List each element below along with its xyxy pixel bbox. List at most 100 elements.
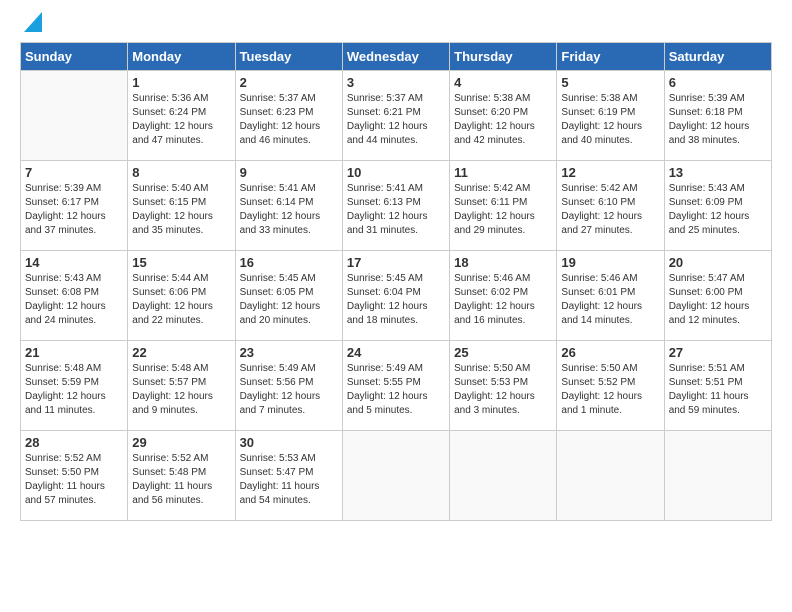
day-number: 18 (454, 255, 552, 270)
cell-info: Sunrise: 5:47 AM Sunset: 6:00 PM Dayligh… (669, 272, 767, 328)
cell-info: Sunrise: 5:45 AM Sunset: 6:05 PM Dayligh… (240, 272, 338, 328)
cell-info: Sunrise: 5:46 AM Sunset: 6:01 PM Dayligh… (561, 272, 659, 328)
calendar-cell: 4Sunrise: 5:38 AM Sunset: 6:20 PM Daylig… (450, 71, 557, 161)
day-number: 7 (25, 165, 123, 180)
calendar-cell: 6 Sunrise: 5:39 AM Sunset: 6:18 PM Daylig… (664, 71, 771, 161)
calendar-cell: 12 Sunrise: 5:42 AM Sunset: 6:10 PM Dayli… (557, 161, 664, 251)
cell-info: Sunrise: 5:43 AM Sunset: 6:08 PM Dayligh… (25, 272, 123, 328)
calendar-cell: 29 Sunrise: 5:52 AM Sunset: 5:48 PM Dayli… (128, 431, 235, 521)
day-number: 4 (454, 75, 552, 90)
day-of-week-header: Saturday (664, 43, 771, 71)
calendar-cell: 23 Sunrise: 5:49 AM Sunset: 5:56 PM Dayli… (235, 341, 342, 431)
day-number: 5 (561, 75, 659, 90)
calendar-cell: 30 Sunrise: 5:53 AM Sunset: 5:47 PM Dayli… (235, 431, 342, 521)
day-number: 22 (132, 345, 230, 360)
calendar-week-row: 1 Sunrise: 5:36 AM Sunset: 6:24 PM Daylig… (21, 71, 772, 161)
calendar-cell: 25 Sunrise: 5:50 AM Sunset: 5:53 PM Dayli… (450, 341, 557, 431)
day-number: 28 (25, 435, 123, 450)
day-number: 9 (240, 165, 338, 180)
calendar-week-row: 14 Sunrise: 5:43 AM Sunset: 6:08 PM Dayli… (21, 251, 772, 341)
cell-info: Sunrise: 5:49 AM Sunset: 5:56 PM Dayligh… (240, 362, 338, 418)
day-number: 29 (132, 435, 230, 450)
calendar-cell (450, 431, 557, 521)
day-number: 26 (561, 345, 659, 360)
day-number: 1 (132, 75, 230, 90)
logo-triangle-icon (24, 12, 42, 32)
calendar-cell: 27 Sunrise: 5:51 AM Sunset: 5:51 PM Dayli… (664, 341, 771, 431)
calendar-table: SundayMondayTuesdayWednesdayThursdayFrid… (20, 42, 772, 521)
day-number: 23 (240, 345, 338, 360)
cell-info: Sunrise: 5:37 AM Sunset: 6:23 PM Dayligh… (240, 92, 338, 148)
calendar-cell: 7 Sunrise: 5:39 AM Sunset: 6:17 PM Daylig… (21, 161, 128, 251)
cell-info: Sunrise: 5:48 AM Sunset: 5:59 PM Dayligh… (25, 362, 123, 418)
day-of-week-header: Friday (557, 43, 664, 71)
day-number: 19 (561, 255, 659, 270)
cell-info: Sunrise: 5:52 AM Sunset: 5:48 PM Dayligh… (132, 452, 230, 508)
day-of-week-header: Thursday (450, 43, 557, 71)
day-number: 27 (669, 345, 767, 360)
day-number: 24 (347, 345, 445, 360)
calendar-cell: 14 Sunrise: 5:43 AM Sunset: 6:08 PM Dayli… (21, 251, 128, 341)
calendar-week-row: 28 Sunrise: 5:52 AM Sunset: 5:50 PM Dayli… (21, 431, 772, 521)
cell-info: Sunrise: 5:50 AM Sunset: 5:53 PM Dayligh… (454, 362, 552, 418)
day-number: 17 (347, 255, 445, 270)
calendar-cell: 21Sunrise: 5:48 AM Sunset: 5:59 PM Dayli… (21, 341, 128, 431)
cell-info: Sunrise: 5:45 AM Sunset: 6:04 PM Dayligh… (347, 272, 445, 328)
calendar-cell: 8 Sunrise: 5:40 AM Sunset: 6:15 PM Daylig… (128, 161, 235, 251)
cell-info: Sunrise: 5:53 AM Sunset: 5:47 PM Dayligh… (240, 452, 338, 508)
day-of-week-header: Sunday (21, 43, 128, 71)
cell-info: Sunrise: 5:39 AM Sunset: 6:17 PM Dayligh… (25, 182, 123, 238)
cell-info: Sunrise: 5:38 AM Sunset: 6:19 PM Dayligh… (561, 92, 659, 148)
cell-info: Sunrise: 5:48 AM Sunset: 5:57 PM Dayligh… (132, 362, 230, 418)
day-number: 30 (240, 435, 338, 450)
calendar-cell: 3 Sunrise: 5:37 AM Sunset: 6:21 PM Daylig… (342, 71, 449, 161)
cell-info: Sunrise: 5:41 AM Sunset: 6:14 PM Dayligh… (240, 182, 338, 238)
day-number: 15 (132, 255, 230, 270)
calendar-cell: 10 Sunrise: 5:41 AM Sunset: 6:13 PM Dayli… (342, 161, 449, 251)
cell-info: Sunrise: 5:50 AM Sunset: 5:52 PM Dayligh… (561, 362, 659, 418)
cell-info: Sunrise: 5:51 AM Sunset: 5:51 PM Dayligh… (669, 362, 767, 418)
calendar-cell (557, 431, 664, 521)
calendar-cell: 5 Sunrise: 5:38 AM Sunset: 6:19 PM Daylig… (557, 71, 664, 161)
calendar-cell: 26 Sunrise: 5:50 AM Sunset: 5:52 PM Dayli… (557, 341, 664, 431)
day-number: 10 (347, 165, 445, 180)
cell-info: Sunrise: 5:40 AM Sunset: 6:15 PM Dayligh… (132, 182, 230, 238)
calendar-cell: 20Sunrise: 5:47 AM Sunset: 6:00 PM Dayli… (664, 251, 771, 341)
day-number: 3 (347, 75, 445, 90)
logo (20, 20, 42, 32)
day-number: 6 (669, 75, 767, 90)
cell-info: Sunrise: 5:49 AM Sunset: 5:55 PM Dayligh… (347, 362, 445, 418)
calendar-header-row: SundayMondayTuesdayWednesdayThursdayFrid… (21, 43, 772, 71)
calendar-cell: 16 Sunrise: 5:45 AM Sunset: 6:05 PM Dayli… (235, 251, 342, 341)
day-number: 11 (454, 165, 552, 180)
cell-info: Sunrise: 5:42 AM Sunset: 6:10 PM Dayligh… (561, 182, 659, 238)
day-number: 25 (454, 345, 552, 360)
calendar-week-row: 21Sunrise: 5:48 AM Sunset: 5:59 PM Dayli… (21, 341, 772, 431)
day-number: 13 (669, 165, 767, 180)
day-number: 8 (132, 165, 230, 180)
cell-info: Sunrise: 5:36 AM Sunset: 6:24 PM Dayligh… (132, 92, 230, 148)
calendar-cell: 2 Sunrise: 5:37 AM Sunset: 6:23 PM Daylig… (235, 71, 342, 161)
calendar-week-row: 7 Sunrise: 5:39 AM Sunset: 6:17 PM Daylig… (21, 161, 772, 251)
calendar-cell (21, 71, 128, 161)
cell-info: Sunrise: 5:52 AM Sunset: 5:50 PM Dayligh… (25, 452, 123, 508)
calendar-cell: 15Sunrise: 5:44 AM Sunset: 6:06 PM Dayli… (128, 251, 235, 341)
calendar-cell: 28 Sunrise: 5:52 AM Sunset: 5:50 PM Dayli… (21, 431, 128, 521)
calendar-cell: 9 Sunrise: 5:41 AM Sunset: 6:14 PM Daylig… (235, 161, 342, 251)
day-number: 12 (561, 165, 659, 180)
day-of-week-header: Wednesday (342, 43, 449, 71)
calendar-cell: 22 Sunrise: 5:48 AM Sunset: 5:57 PM Dayli… (128, 341, 235, 431)
calendar-cell: 17 Sunrise: 5:45 AM Sunset: 6:04 PM Dayli… (342, 251, 449, 341)
day-number: 16 (240, 255, 338, 270)
calendar-cell: 19 Sunrise: 5:46 AM Sunset: 6:01 PM Dayli… (557, 251, 664, 341)
calendar-cell (342, 431, 449, 521)
calendar-cell: 1 Sunrise: 5:36 AM Sunset: 6:24 PM Daylig… (128, 71, 235, 161)
cell-info: Sunrise: 5:37 AM Sunset: 6:21 PM Dayligh… (347, 92, 445, 148)
calendar-cell: 18 Sunrise: 5:46 AM Sunset: 6:02 PM Dayli… (450, 251, 557, 341)
cell-info: Sunrise: 5:46 AM Sunset: 6:02 PM Dayligh… (454, 272, 552, 328)
cell-info: Sunrise: 5:43 AM Sunset: 6:09 PM Dayligh… (669, 182, 767, 238)
cell-info: Sunrise: 5:41 AM Sunset: 6:13 PM Dayligh… (347, 182, 445, 238)
cell-info: Sunrise: 5:39 AM Sunset: 6:18 PM Dayligh… (669, 92, 767, 148)
day-number: 2 (240, 75, 338, 90)
day-number: 14 (25, 255, 123, 270)
